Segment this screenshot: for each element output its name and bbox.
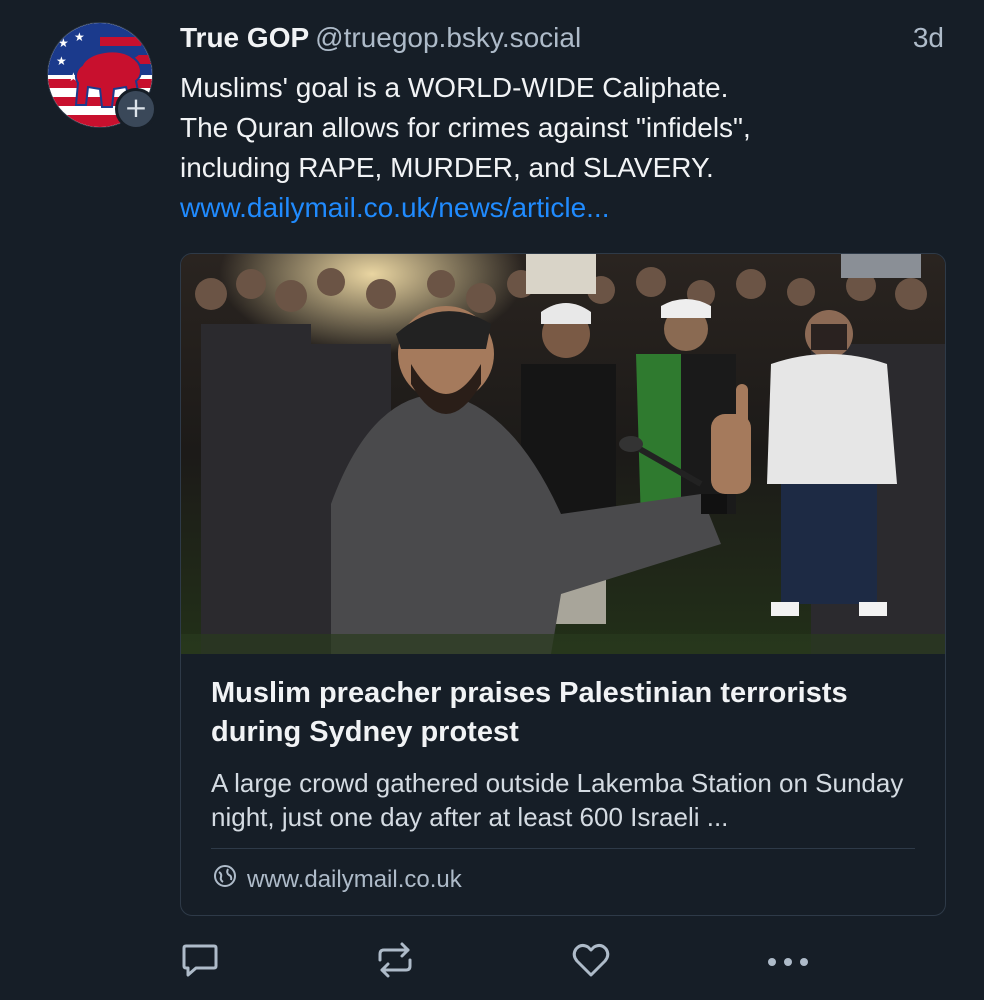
card-description: A large crowd gathered outside Lakemba S… [211,768,904,832]
post-text-line: Muslims' goal is a WORLD-WIDE Caliphate. [180,72,729,103]
post-header: True GOP @truegop.bsky.social 3d [180,22,944,62]
ellipsis-icon [764,940,812,980]
svg-text:★: ★ [74,30,85,44]
svg-text:★: ★ [56,54,67,68]
post-action-bar [0,940,984,988]
author-avatar[interactable]: ★ ★ ★ ★ ★ + [47,22,157,130]
author-display-name[interactable]: True GOP [180,22,309,53]
repost-icon [374,940,416,980]
speech-bubble-icon [180,940,220,980]
card-divider [211,848,915,849]
svg-text:★: ★ [58,36,69,50]
svg-text:★: ★ [58,86,69,100]
reply-button[interactable] [180,940,220,980]
card-domain: www.dailymail.co.uk [213,864,462,895]
globe-icon [213,864,237,895]
card-domain-text: www.dailymail.co.uk [247,865,462,893]
author-handle[interactable]: @truegop.bsky.social [315,22,581,53]
heart-icon [570,940,612,980]
post-text: Muslims' goal is a WORLD-WIDE Caliphate.… [180,68,940,228]
post-text-line: including RAPE, MURDER, and SLAVERY. [180,152,714,183]
more-button[interactable] [764,940,812,980]
follow-badge-icon[interactable]: + [115,88,157,130]
link-preview-card[interactable]: Muslim preacher praises Palestinian terr… [180,253,946,916]
like-button[interactable] [570,940,612,980]
card-title: Muslim preacher praises Palestinian terr… [211,677,848,748]
repost-button[interactable] [374,940,416,980]
card-body: Muslim preacher praises Palestinian terr… [211,674,915,834]
post-timestamp[interactable]: 3d [913,22,944,54]
post-text-line: The Quran allows for crimes against "inf… [180,112,751,143]
protest-photo [181,254,945,654]
post-link[interactable]: www.dailymail.co.uk/news/article... [180,188,940,228]
